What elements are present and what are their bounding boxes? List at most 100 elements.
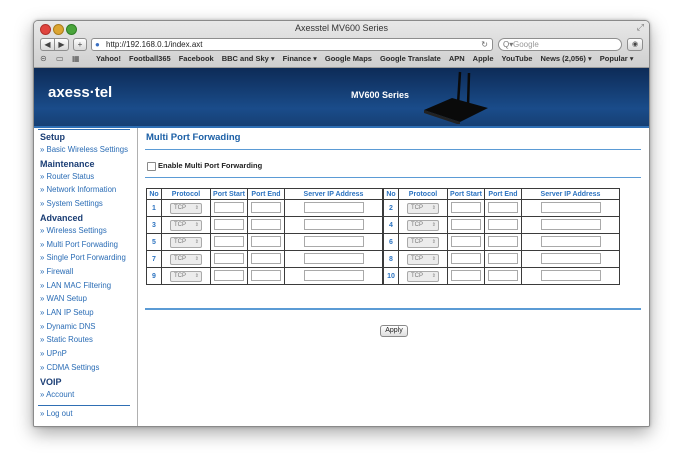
- port-start-input[interactable]: [451, 269, 481, 281]
- sidebar-item[interactable]: » Account: [40, 390, 74, 399]
- top-sites-grid-icon[interactable]: ▦: [72, 52, 80, 66]
- port-start-input[interactable]: [214, 218, 244, 230]
- sidebar-item[interactable]: » Static Routes: [40, 335, 93, 344]
- select-arrows-icon: ⇕: [431, 204, 436, 211]
- search-field[interactable]: Q▾ Google: [498, 38, 622, 51]
- protocol-select[interactable]: TCP ⇕: [407, 202, 439, 214]
- server-ip-input[interactable]: [540, 201, 601, 213]
- back-button[interactable]: ◀: [40, 38, 55, 51]
- port-start-input[interactable]: [451, 252, 481, 264]
- browser-chrome: Axesstel MV600 Series ⤢ ◀ ▶ + ● http://1…: [34, 21, 649, 68]
- sidebar-item[interactable]: » Network Information: [40, 185, 116, 194]
- port-start-input[interactable]: [451, 218, 481, 230]
- port-end-input[interactable]: [488, 235, 518, 247]
- bookmark-link[interactable]: BBC and Sky ▾: [222, 54, 275, 63]
- bookmark-link[interactable]: YouTube: [502, 54, 533, 63]
- sidebar-item[interactable]: » Wireless Settings: [40, 226, 107, 235]
- server-ip-input[interactable]: [540, 235, 601, 247]
- server-ip-input[interactable]: [303, 218, 364, 230]
- protocol-select[interactable]: TCP ⇕: [407, 219, 439, 231]
- enable-multi-port-forwarding-checkbox[interactable]: [147, 162, 156, 171]
- server-ip-input[interactable]: [303, 269, 364, 281]
- sidebar-item[interactable]: » Dynamic DNS: [40, 322, 95, 331]
- port-start-input[interactable]: [451, 235, 481, 247]
- select-arrows-icon: ⇕: [431, 255, 436, 262]
- port-start-input[interactable]: [214, 201, 244, 213]
- protocol-select[interactable]: TCP ⇕: [170, 202, 202, 214]
- search-placeholder: Google: [513, 40, 539, 49]
- select-arrows-icon: ⇕: [431, 272, 436, 279]
- bookmark-link[interactable]: Finance ▾: [283, 54, 317, 63]
- downloads-button[interactable]: ◉: [627, 38, 643, 51]
- sidebar-item[interactable]: » UPnP: [40, 349, 67, 358]
- protocol-select[interactable]: TCP ⇕: [170, 236, 202, 248]
- bookmark-link[interactable]: APN: [449, 54, 465, 63]
- sidebar-item[interactable]: » System Settings: [40, 199, 103, 208]
- table-row: 3 TCP ⇕ 4 TCP ⇕: [146, 216, 620, 234]
- bookmark-link[interactable]: Yahoo!: [96, 54, 121, 63]
- port-start-input[interactable]: [214, 269, 244, 281]
- rule-number: 6: [382, 233, 399, 251]
- table-row: 1 TCP ⇕ 2 TCP ⇕: [146, 199, 620, 217]
- port-end-input[interactable]: [488, 269, 518, 281]
- bookmark-link[interactable]: Google Maps: [325, 54, 372, 63]
- protocol-select[interactable]: TCP ⇕: [170, 253, 202, 265]
- server-ip-input[interactable]: [540, 218, 601, 230]
- port-end-input[interactable]: [251, 201, 281, 213]
- fullscreen-icon[interactable]: ⤢: [637, 22, 644, 33]
- protocol-value: TCP: [174, 221, 186, 228]
- protocol-select[interactable]: TCP ⇕: [170, 219, 202, 231]
- reading-list-icon[interactable]: ⊝: [40, 52, 47, 66]
- port-end-input[interactable]: [488, 201, 518, 213]
- protocol-value: TCP: [411, 238, 423, 245]
- apply-button[interactable]: Apply: [380, 325, 408, 337]
- column-header: Port End: [484, 188, 522, 200]
- port-start-input[interactable]: [451, 201, 481, 213]
- bookmark-link[interactable]: Football365: [129, 54, 171, 63]
- log-out-link[interactable]: » Log out: [40, 409, 73, 418]
- protocol-select[interactable]: TCP ⇕: [407, 253, 439, 265]
- forward-button[interactable]: ▶: [54, 38, 69, 51]
- port-start-input[interactable]: [214, 252, 244, 264]
- server-ip-input[interactable]: [540, 252, 601, 264]
- sidebar-item[interactable]: » LAN MAC Filtering: [40, 281, 111, 290]
- server-ip-input[interactable]: [303, 235, 364, 247]
- bookmark-link[interactable]: Google Translate: [380, 54, 441, 63]
- search-icon[interactable]: Q▾: [503, 39, 513, 50]
- reload-icon[interactable]: ↻: [481, 39, 488, 50]
- rule-number: 2: [382, 199, 399, 217]
- sidebar-item[interactable]: » Basic Wireless Settings: [40, 145, 128, 154]
- port-start-input[interactable]: [214, 235, 244, 247]
- port-end-input[interactable]: [251, 218, 281, 230]
- sidebar-item[interactable]: » Firewall: [40, 267, 73, 276]
- address-bar[interactable]: ● http://192.168.0.1/index.axt ↻: [91, 38, 493, 51]
- port-end-input[interactable]: [488, 252, 518, 264]
- bookmark-link[interactable]: Facebook: [179, 54, 214, 63]
- column-header: Port End: [247, 188, 285, 200]
- sidebar-item[interactable]: » Single Port Forwarding: [40, 253, 126, 262]
- server-ip-input[interactable]: [303, 201, 364, 213]
- rule-number: 7: [146, 250, 162, 268]
- url-text[interactable]: http://192.168.0.1/index.axt: [106, 39, 203, 50]
- port-end-input[interactable]: [251, 269, 281, 281]
- sidebar-item[interactable]: » Router Status: [40, 172, 94, 181]
- port-end-input[interactable]: [488, 218, 518, 230]
- column-header: Protocol: [161, 188, 211, 200]
- bookmark-link[interactable]: News (2,056) ▾: [540, 54, 591, 63]
- add-bookmark-button[interactable]: +: [73, 38, 87, 51]
- bookmarks-book-icon[interactable]: ▭: [56, 52, 64, 66]
- sidebar-item[interactable]: » LAN IP Setup: [40, 308, 94, 317]
- server-ip-input[interactable]: [540, 269, 601, 281]
- protocol-select[interactable]: TCP ⇕: [170, 270, 202, 282]
- bookmark-link[interactable]: Popular ▾: [600, 54, 634, 63]
- protocol-select[interactable]: TCP ⇕: [407, 270, 439, 282]
- sidebar-nav: Setup » Basic Wireless Settings Maintenanc…: [34, 128, 138, 426]
- server-ip-input[interactable]: [303, 252, 364, 264]
- port-end-input[interactable]: [251, 235, 281, 247]
- protocol-select[interactable]: TCP ⇕: [407, 236, 439, 248]
- sidebar-item[interactable]: » CDMA Settings: [40, 363, 99, 372]
- sidebar-item[interactable]: » Multi Port Forwading: [40, 240, 118, 249]
- sidebar-item[interactable]: » WAN Setup: [40, 294, 87, 303]
- port-end-input[interactable]: [251, 252, 281, 264]
- bookmark-link[interactable]: Apple: [473, 54, 494, 63]
